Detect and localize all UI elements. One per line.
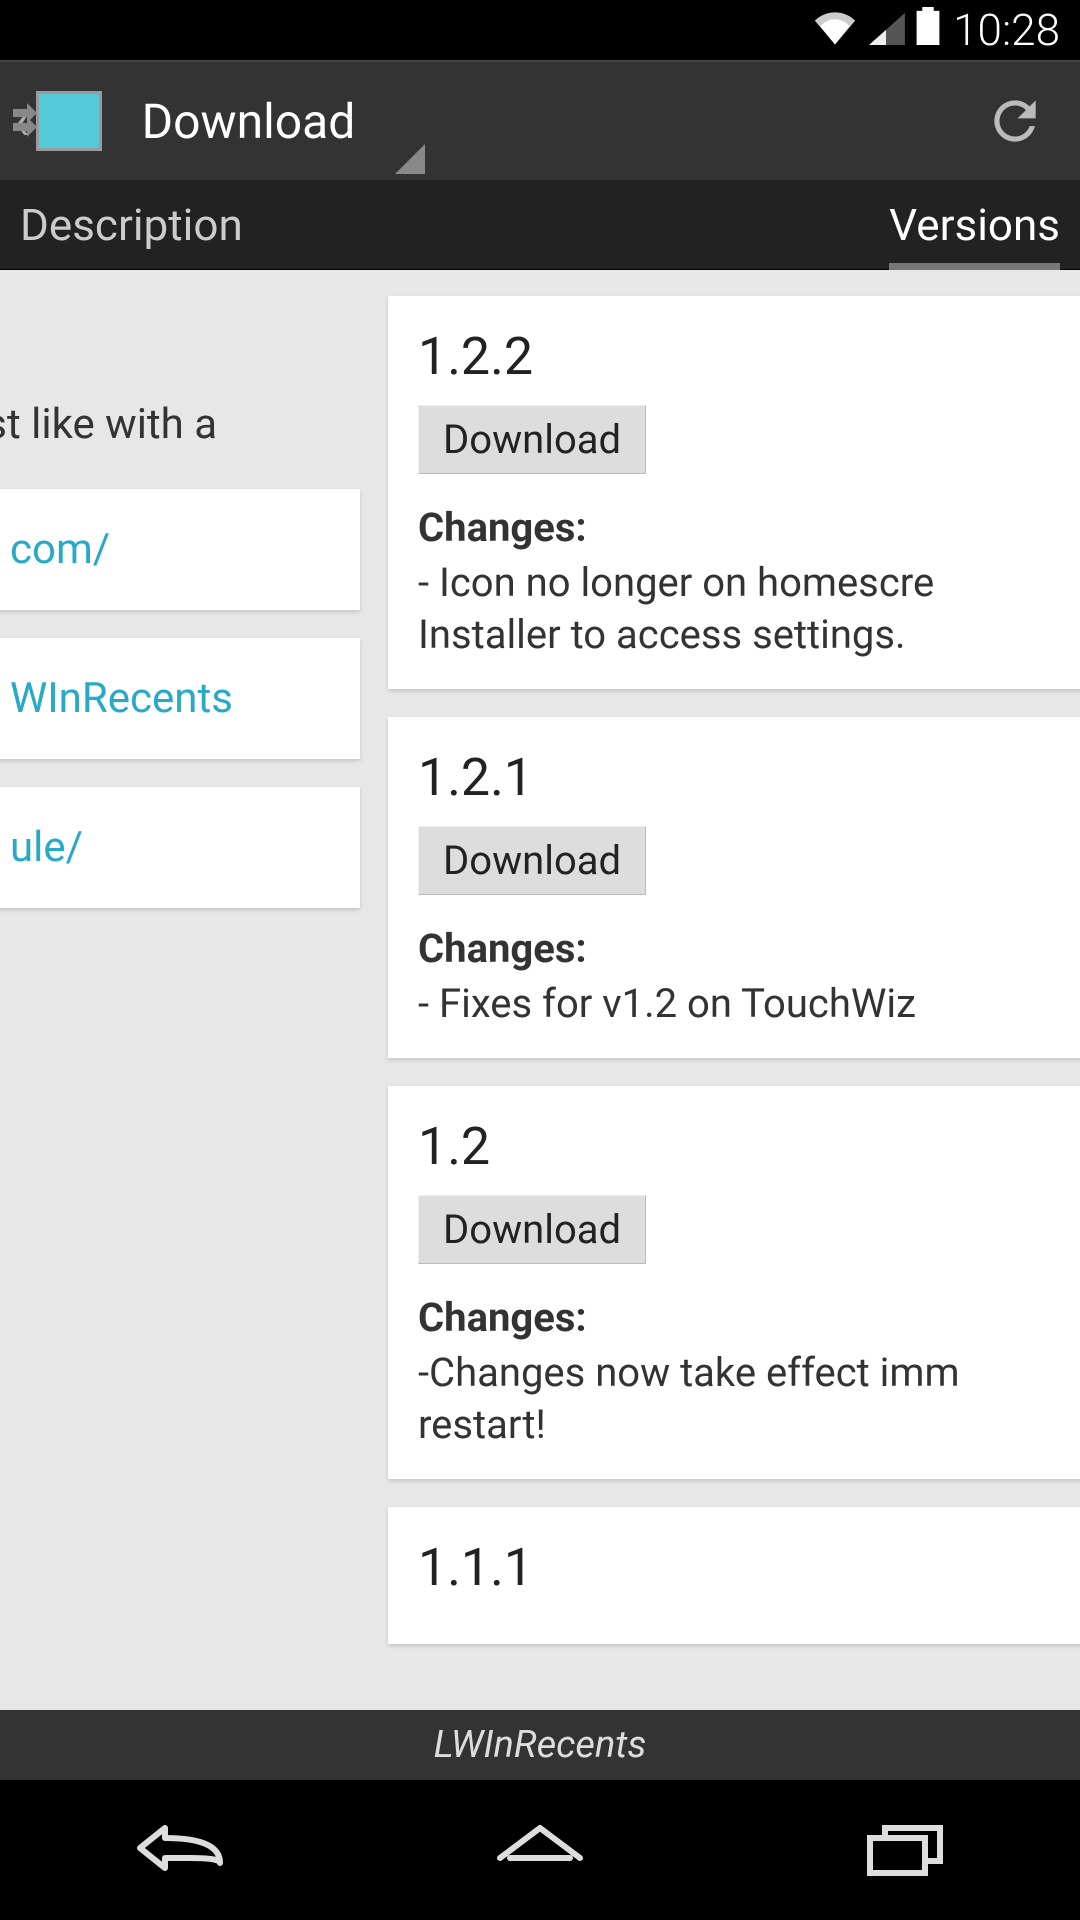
- versions-pane: 1.2.2 Download Changes: - Icon no longer…: [388, 296, 1080, 1672]
- version-card: 1.2.2 Download Changes: - Icon no longer…: [388, 296, 1080, 689]
- toast: LWInRecents: [0, 1710, 1080, 1780]
- changes-heading: Changes:: [418, 1294, 1058, 1341]
- version-number: 1.2: [418, 1116, 1058, 1177]
- version-card: 1.1.1: [388, 1507, 1080, 1644]
- version-number: 1.2.1: [418, 747, 1058, 808]
- home-button[interactable]: [480, 1813, 600, 1887]
- clock: 10:28: [953, 4, 1060, 56]
- page-title[interactable]: Download: [142, 93, 356, 150]
- link-card[interactable]: com/: [0, 489, 360, 610]
- dropdown-indicator-icon[interactable]: [395, 144, 425, 174]
- version-number: 1.1.1: [418, 1537, 1058, 1598]
- signal-icon: [867, 4, 905, 56]
- recents-button[interactable]: [840, 1813, 960, 1887]
- link-card[interactable]: ule/: [0, 787, 360, 908]
- changes-text: -Changes now take effect immrestart!: [418, 1347, 1058, 1451]
- tab-description[interactable]: Description: [20, 177, 243, 273]
- action-bar: ‹ Download: [0, 60, 1080, 180]
- status-bar: 10:28: [0, 0, 1080, 60]
- tab-bar: Description Versions: [0, 180, 1080, 270]
- version-card: 1.2 Download Changes: -Changes now take …: [388, 1086, 1080, 1479]
- content-area[interactable]: apps just like with a com/ WInRecents ul…: [0, 270, 1080, 1780]
- changes-text: - Fixes for v1.2 on TouchWiz: [418, 978, 1058, 1030]
- wifi-icon: [813, 4, 857, 56]
- navigation-bar: [0, 1780, 1080, 1920]
- download-button[interactable]: Download: [418, 405, 646, 474]
- download-button[interactable]: Download: [418, 826, 646, 895]
- link-card[interactable]: WInRecents: [0, 638, 360, 759]
- back-button[interactable]: [120, 1813, 240, 1887]
- refresh-button[interactable]: [984, 90, 1046, 152]
- tab-versions[interactable]: Versions: [889, 177, 1060, 273]
- changes-text: - Icon no longer on homescreInstaller to…: [418, 557, 1058, 661]
- xposed-app-icon[interactable]: [36, 91, 102, 151]
- changes-heading: Changes:: [418, 925, 1058, 972]
- description-fragment: apps just like with a: [0, 390, 360, 449]
- version-card: 1.2.1 Download Changes: - Fixes for v1.2…: [388, 717, 1080, 1058]
- changes-heading: Changes:: [418, 504, 1058, 551]
- battery-icon: [915, 4, 941, 56]
- version-number: 1.2.2: [418, 326, 1058, 387]
- download-button[interactable]: Download: [418, 1195, 646, 1264]
- description-pane: apps just like with a com/ WInRecents ul…: [0, 270, 360, 908]
